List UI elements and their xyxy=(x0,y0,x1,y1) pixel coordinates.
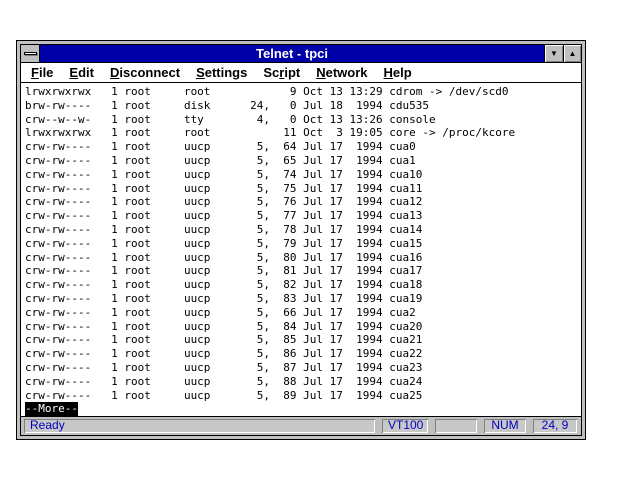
menu-file[interactable]: File xyxy=(23,63,61,82)
terminal-line: crw-rw---- 1 root uucp 5, 80 Jul 17 1994… xyxy=(25,251,581,265)
terminal-line: crw-rw---- 1 root uucp 5, 76 Jul 17 1994… xyxy=(25,195,581,209)
status-spare-panel xyxy=(435,419,477,433)
system-menu-icon xyxy=(24,52,37,55)
status-num-lock: NUM xyxy=(484,419,526,433)
terminal-line: lrwxrwxrwx 1 root root 9 Oct 13 13:29 cd… xyxy=(25,85,581,99)
terminal-line: crw-rw---- 1 root uucp 5, 79 Jul 17 1994… xyxy=(25,237,581,251)
terminal-line: lrwxrwxrwx 1 root root 11 Oct 3 19:05 co… xyxy=(25,126,581,140)
window-frame: Telnet - tpci ▼ ▲ FileEditDisconnectSett… xyxy=(20,44,582,436)
terminal-output[interactable]: lrwxrwxrwx 1 root root 9 Oct 13 13:29 cd… xyxy=(21,83,581,416)
maximize-button[interactable]: ▲ xyxy=(563,45,581,62)
terminal-line: crw-rw---- 1 root uucp 5, 85 Jul 17 1994… xyxy=(25,333,581,347)
desktop: Telnet - tpci ▼ ▲ FileEditDisconnectSett… xyxy=(0,0,640,480)
minimize-icon: ▼ xyxy=(550,49,558,58)
minimize-button[interactable]: ▼ xyxy=(545,45,563,62)
title-bar[interactable]: Telnet - tpci ▼ ▲ xyxy=(21,45,581,63)
terminal-line: brw-rw---- 1 root disk 24, 0 Jul 18 1994… xyxy=(25,99,581,113)
menu-help[interactable]: Help xyxy=(376,63,420,82)
system-menu-button[interactable] xyxy=(21,45,40,62)
terminal-line: crw-rw---- 1 root uucp 5, 64 Jul 17 1994… xyxy=(25,140,581,154)
terminal-line: crw-rw---- 1 root uucp 5, 78 Jul 17 1994… xyxy=(25,223,581,237)
terminal-line: crw-rw---- 1 root uucp 5, 75 Jul 17 1994… xyxy=(25,182,581,196)
terminal-line: crw-rw---- 1 root uucp 5, 83 Jul 17 1994… xyxy=(25,292,581,306)
menu-edit[interactable]: Edit xyxy=(61,63,102,82)
terminal-line: crw-rw---- 1 root uucp 5, 86 Jul 17 1994… xyxy=(25,347,581,361)
status-emulation: VT100 xyxy=(382,419,428,433)
terminal-line: crw-rw---- 1 root uucp 5, 65 Jul 17 1994… xyxy=(25,154,581,168)
status-cursor-position: 24, 9 xyxy=(533,419,577,433)
terminal-line: crw-rw---- 1 root uucp 5, 82 Jul 17 1994… xyxy=(25,278,581,292)
terminal-line: crw-rw---- 1 root uucp 5, 81 Jul 17 1994… xyxy=(25,264,581,278)
maximize-icon: ▲ xyxy=(569,49,577,58)
title-buttons: ▼ ▲ xyxy=(544,45,581,62)
more-prompt: --More-- xyxy=(25,402,78,416)
telnet-window: Telnet - tpci ▼ ▲ FileEditDisconnectSett… xyxy=(16,40,586,440)
terminal-line: crw--w--w- 1 root tty 4, 0 Oct 13 13:26 … xyxy=(25,113,581,127)
status-message: Ready xyxy=(24,419,375,433)
menu-network[interactable]: Network xyxy=(308,63,375,82)
menu-settings[interactable]: Settings xyxy=(188,63,255,82)
terminal-line: crw-rw---- 1 root uucp 5, 66 Jul 17 1994… xyxy=(25,306,581,320)
terminal-line: crw-rw---- 1 root uucp 5, 84 Jul 17 1994… xyxy=(25,320,581,334)
status-bar: Ready VT100 NUM 24, 9 xyxy=(21,416,581,435)
menu-disconnect[interactable]: Disconnect xyxy=(102,63,188,82)
terminal-line: crw-rw---- 1 root uucp 5, 89 Jul 17 1994… xyxy=(25,389,581,403)
terminal-line-more: --More-- xyxy=(25,402,581,416)
window-title: Telnet - tpci xyxy=(40,45,544,62)
menu-script[interactable]: Script xyxy=(255,63,308,82)
terminal-line: crw-rw---- 1 root uucp 5, 87 Jul 17 1994… xyxy=(25,361,581,375)
menu-bar: FileEditDisconnectSettingsScriptNetworkH… xyxy=(21,63,581,83)
terminal-line: crw-rw---- 1 root uucp 5, 88 Jul 17 1994… xyxy=(25,375,581,389)
terminal-line: crw-rw---- 1 root uucp 5, 74 Jul 17 1994… xyxy=(25,168,581,182)
terminal-line: crw-rw---- 1 root uucp 5, 77 Jul 17 1994… xyxy=(25,209,581,223)
